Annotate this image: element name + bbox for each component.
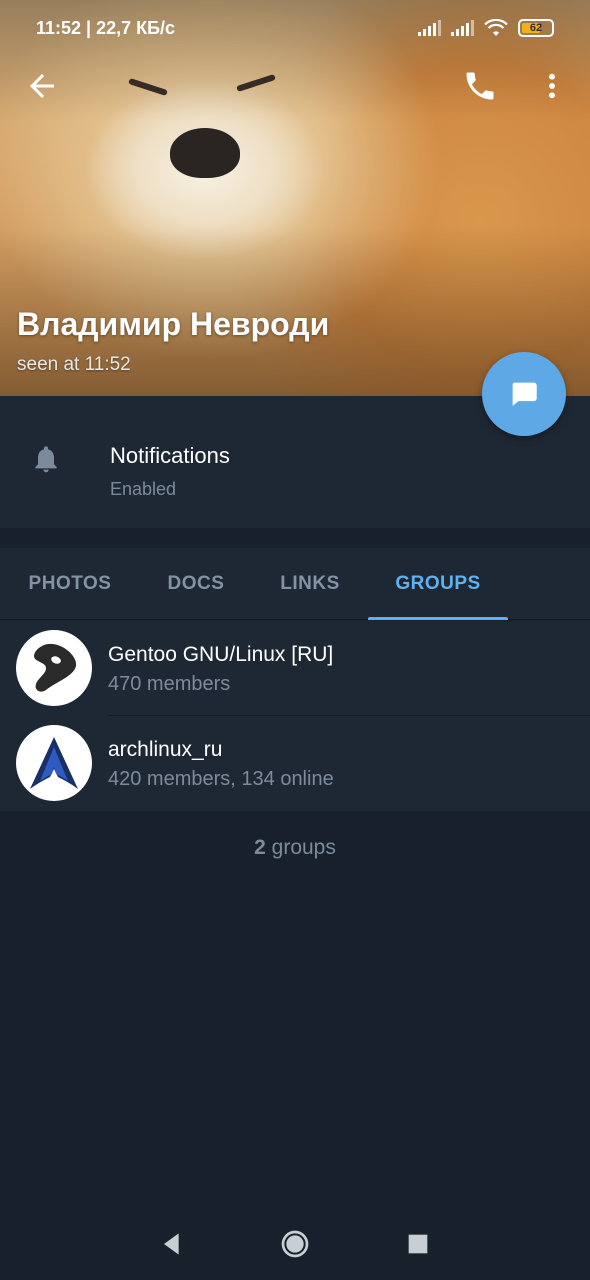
tab-label: PHOTOS xyxy=(28,573,112,594)
last-seen-status: seen at 11:52 xyxy=(17,354,131,375)
tab-label: LINKS xyxy=(280,573,340,594)
nav-recents-icon[interactable] xyxy=(402,1228,434,1260)
battery-level: 62 xyxy=(529,22,543,34)
groups-list: Gentoo GNU/Linux [RU] 470 members archli… xyxy=(0,621,590,811)
signal-icon xyxy=(418,20,441,36)
notifications-label: Notifications xyxy=(110,443,230,468)
back-arrow-icon[interactable] xyxy=(24,68,60,104)
archlinux-logo-icon xyxy=(16,725,92,801)
group-name: Gentoo GNU/Linux [RU] xyxy=(108,643,334,666)
groups-count: 2 groups xyxy=(0,836,590,860)
status-bar: 11:52 | 22,7 КБ/с 62 xyxy=(0,0,590,56)
group-name: archlinux_ru xyxy=(108,738,223,761)
group-members: 420 members, 134 online xyxy=(108,768,334,790)
signal-icon xyxy=(451,20,474,36)
notifications-value: Enabled xyxy=(110,479,177,499)
list-item[interactable]: Gentoo GNU/Linux [RU] 470 members xyxy=(0,621,590,716)
profile-screen: 11:52 | 22,7 КБ/с 62 Владимир Невроди se… xyxy=(0,0,590,1280)
nav-back-icon[interactable] xyxy=(156,1228,188,1260)
tab-label: DOCS xyxy=(167,573,225,594)
tab-links[interactable]: LINKS xyxy=(252,548,368,620)
phone-icon[interactable] xyxy=(462,68,498,104)
send-message-button[interactable] xyxy=(482,352,566,436)
status-time-speed: 11:52 | 22,7 КБ/с xyxy=(36,17,176,38)
groups-count-number: 2 xyxy=(254,836,266,859)
photo-detail xyxy=(170,128,240,178)
status-icons: 62 xyxy=(418,19,554,37)
tab-groups[interactable]: GROUPS xyxy=(368,548,508,620)
message-icon xyxy=(512,382,537,407)
wifi-icon xyxy=(484,19,508,36)
active-tab-indicator xyxy=(368,617,508,620)
system-navigation-bar xyxy=(0,1208,590,1280)
bell-icon xyxy=(35,446,57,473)
tab-label: GROUPS xyxy=(395,573,481,594)
groups-count-label: groups xyxy=(271,836,336,859)
nav-home-icon[interactable] xyxy=(279,1228,311,1260)
group-members: 470 members xyxy=(108,673,231,695)
battery-icon: 62 xyxy=(518,19,554,37)
list-item[interactable]: archlinux_ru 420 members, 134 online xyxy=(0,716,590,811)
more-vertical-icon[interactable] xyxy=(536,68,568,104)
profile-name: Владимир Невроди xyxy=(17,306,330,342)
gentoo-logo-icon xyxy=(16,630,92,706)
tab-docs[interactable]: DOCS xyxy=(140,548,252,620)
media-tabs: PHOTOS DOCS LINKS GROUPS xyxy=(0,548,590,620)
tab-photos[interactable]: PHOTOS xyxy=(0,548,140,620)
